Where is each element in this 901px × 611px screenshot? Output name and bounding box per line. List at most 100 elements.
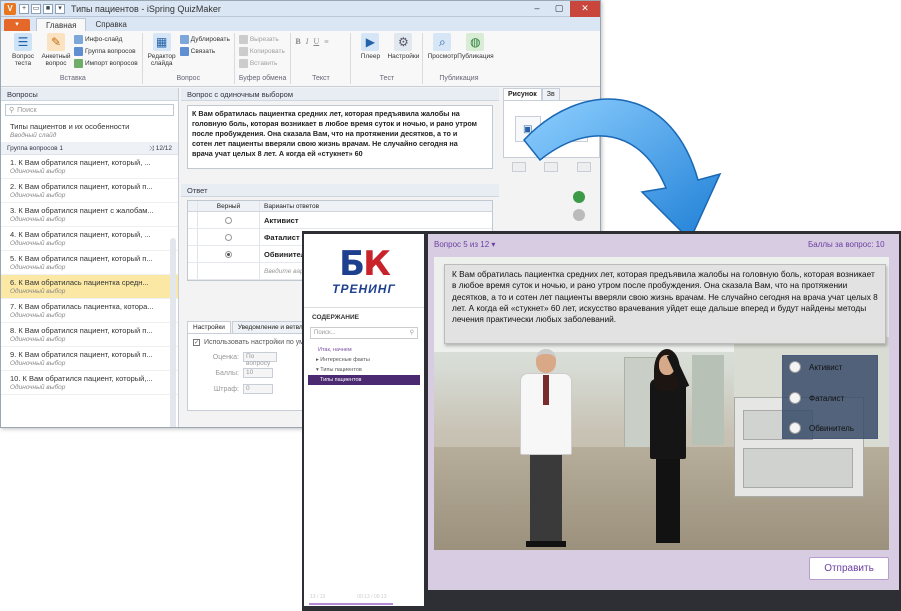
toc-item[interactable]: ▾ Типы пациентов xyxy=(304,365,424,375)
file-menu-button[interactable]: ▾ xyxy=(4,19,30,31)
toc-item[interactable]: Итак, начнем xyxy=(304,345,424,355)
correct-radio[interactable] xyxy=(225,216,232,224)
brand-logo: БК ТРЕНИНГ xyxy=(304,234,424,308)
option-radio[interactable] xyxy=(789,422,801,434)
ribbon-group-insert: ☰ Вопрос теста ✎ Анкетный вопрос Инфо-сл… xyxy=(4,33,143,84)
player-timeline: 13 / 13 00:13 / 00:13 xyxy=(310,594,387,600)
slide-editor-button[interactable]: ▦ Редактор слайда xyxy=(147,33,177,75)
question-item[interactable]: 7. К Вам обратилась пациентка, котора...… xyxy=(1,299,178,323)
progress-bar[interactable] xyxy=(309,603,393,605)
toc-item-active[interactable]: Типы пациентов xyxy=(308,375,420,385)
option-radio[interactable] xyxy=(789,392,801,404)
correct-radio[interactable] xyxy=(225,233,232,241)
question-item[interactable]: 10. К Вам обратился пациент, который,...… xyxy=(1,371,178,395)
duplicate-button[interactable]: Дублировать xyxy=(179,35,230,44)
points-input[interactable]: 10 xyxy=(243,368,273,378)
graded-quiz-button[interactable]: ☰ Вопрос теста xyxy=(8,33,38,75)
ribbon-tab-row: ▾ Главная Справка xyxy=(1,17,600,31)
ribbon-group-publish: ⌕ Просмотр ◍ Публикация Публикация xyxy=(427,33,494,82)
answer-panel-header: Ответ xyxy=(181,184,499,197)
chevron-down-icon: ▾ xyxy=(491,240,496,249)
slide-counter: 13 / 13 xyxy=(310,594,326,600)
survey-question-button[interactable]: ✎ Анкетный вопрос xyxy=(41,33,71,75)
import-questions-button[interactable]: Импорт вопросов xyxy=(74,59,138,68)
copy-button[interactable]: Копировать xyxy=(238,47,285,56)
player-button[interactable]: ▶ Плеер xyxy=(355,33,385,75)
submit-button[interactable]: Отправить xyxy=(809,557,889,580)
correct-radio-selected[interactable] xyxy=(225,250,232,258)
question-item[interactable]: 3. К Вам обратился пациент с жалобам... О… xyxy=(1,203,178,227)
globe-icon: ◍ xyxy=(466,33,485,51)
list-icon[interactable]: ≡ xyxy=(324,37,329,75)
intro-slide-item[interactable]: Типы пациентов и их особенности Вводный … xyxy=(1,119,178,143)
player-question-text: К Вам обратилась пациентка средних лет, … xyxy=(444,264,886,344)
tab-feedback-branching[interactable]: Уведомление и ветвл xyxy=(231,321,309,333)
bold-button[interactable]: B xyxy=(295,37,300,75)
search-icon: ⚲ xyxy=(9,107,15,114)
question-item[interactable]: 8. К Вам обратился пациент, который п...… xyxy=(1,323,178,347)
ribbon-group-clipboard: Вырезать Копировать Вставить Буфер обмен… xyxy=(235,33,292,84)
underline-button[interactable]: U xyxy=(313,37,319,75)
italic-button[interactable]: I xyxy=(306,37,309,75)
question-item[interactable]: 9. К Вам обратился пациент, который п...… xyxy=(1,347,178,371)
open-folder-icon[interactable]: ▭ xyxy=(31,3,41,14)
preview-button[interactable]: ⌕ Просмотр xyxy=(427,33,457,75)
option-radio[interactable] xyxy=(789,361,801,373)
questions-panel-header: Вопросы xyxy=(1,88,178,101)
answer-row[interactable]: Активист xyxy=(188,212,492,229)
question-item-selected[interactable]: 6. К Вам обратилась пациентка средн... Од… xyxy=(1,275,178,299)
toc-item[interactable]: ▸ Интересные факты xyxy=(304,355,424,365)
qat-dropdown-icon[interactable]: ▾ xyxy=(55,3,65,14)
doctor-figure xyxy=(516,349,576,549)
title-bar: V + ▭ ■ ▾ Типы пациентов - iSpring QuizM… xyxy=(1,1,600,17)
window-title: Типы пациентов - iSpring QuizMaker xyxy=(71,3,221,14)
maximize-icon[interactable]: ▢ xyxy=(548,1,570,17)
paste-button[interactable]: Вставить xyxy=(238,59,285,68)
question-group-bar[interactable]: Группа вопросов 1 ⤨ 12/12 xyxy=(1,143,178,155)
question-group-button[interactable]: Группа вопросов xyxy=(74,47,138,56)
tab-help[interactable]: Справка xyxy=(86,18,135,31)
link-button[interactable]: Связать xyxy=(179,47,230,56)
minimize-icon[interactable]: – xyxy=(526,1,548,17)
question-counter-dropdown[interactable]: Вопрос 5 из 12 ▾ xyxy=(434,240,495,249)
cut-button[interactable]: Вырезать xyxy=(238,35,285,44)
penalty-input[interactable]: 0 xyxy=(243,384,273,394)
questions-scrollbar[interactable] xyxy=(170,238,176,427)
question-item[interactable]: 2. К Вам обратился пациент, который п...… xyxy=(1,179,178,203)
settings-button[interactable]: ⚙ Настройки xyxy=(387,33,419,75)
use-default-settings-checkbox[interactable]: ✓ xyxy=(193,339,200,346)
info-slide-button[interactable]: Инфо-слайд xyxy=(74,35,138,44)
tab-settings[interactable]: Настройки xyxy=(187,321,231,333)
save-icon[interactable]: ■ xyxy=(43,3,53,14)
new-file-icon[interactable]: + xyxy=(19,3,29,14)
preview-icon: ⌕ xyxy=(433,33,452,51)
close-icon[interactable]: ✕ xyxy=(570,1,600,17)
question-panel-header: Вопрос с одиночным выбором xyxy=(181,88,499,101)
question-item[interactable]: 5. К Вам обратился пациент, который п...… xyxy=(1,251,178,275)
question-list: 1. К Вам обратился пациент, который, ...… xyxy=(1,155,178,395)
app-logo-icon[interactable]: V xyxy=(4,2,16,15)
toc-search-input[interactable]: Поиск... ⚲ xyxy=(310,327,418,339)
survey-icon: ✎ xyxy=(47,33,65,51)
search-icon: ⚲ xyxy=(409,330,414,336)
ribbon: ☰ Вопрос теста ✎ Анкетный вопрос Инфо-сл… xyxy=(1,31,600,87)
score-select[interactable]: По вопросу xyxy=(243,352,277,367)
option-activist[interactable]: Активист xyxy=(789,361,842,373)
questions-search-input[interactable]: ⚲ Поиск xyxy=(5,104,174,116)
time-display: 00:13 / 00:13 xyxy=(357,594,387,600)
question-text-input[interactable]: К Вам обратилась пациентка средних лет, … xyxy=(187,105,493,169)
screenshot-stage: V + ▭ ■ ▾ Типы пациентов - iSpring QuizM… xyxy=(0,0,901,611)
question-item[interactable]: 1. К Вам обратился пациент, который, ...… xyxy=(1,155,178,179)
question-item[interactable]: 4. К Вам обратился пациент, который, ...… xyxy=(1,227,178,251)
questions-panel: Вопросы ⚲ Поиск Типы пациентов и их особ… xyxy=(1,88,179,427)
ribbon-group-test: ▶ Плеер ⚙ Настройки Тест xyxy=(351,33,424,84)
quiz-icon: ☰ xyxy=(14,33,32,51)
question-score: Баллы за вопрос: 10 xyxy=(808,240,885,249)
option-fatalist[interactable]: Фаталист xyxy=(789,392,844,404)
question-group-icon xyxy=(74,47,83,56)
player-icon: ▶ xyxy=(361,33,380,51)
gear-icon: ⚙ xyxy=(394,33,413,51)
tab-home[interactable]: Главная xyxy=(36,18,87,31)
option-accuser[interactable]: Обвинитель xyxy=(789,422,854,434)
publish-button[interactable]: ◍ Публикация xyxy=(457,33,494,75)
